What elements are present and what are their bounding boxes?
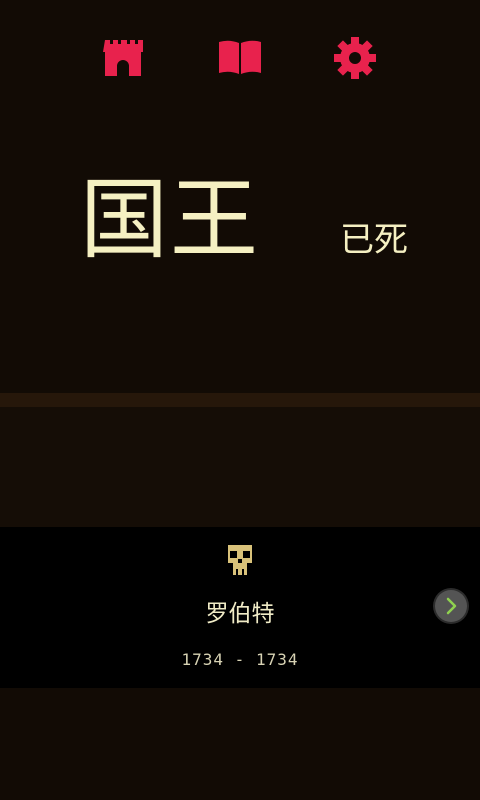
castle-icon[interactable] [103,36,147,80]
bottom-area [0,688,480,800]
next-button[interactable] [435,590,467,622]
book-icon[interactable] [218,36,262,80]
gear-icon[interactable] [333,36,377,80]
reign-years: 1734 - 1734 [181,650,299,669]
skull-icon [226,545,254,575]
divider [0,393,480,407]
top-toolbar [0,0,480,115]
headline-is-dead: 已死 [340,220,408,260]
chevron-right-icon [446,597,457,615]
middle-area [0,407,480,527]
headline-king: 国王 [80,168,261,271]
king-name: 罗伯特 [205,601,275,627]
